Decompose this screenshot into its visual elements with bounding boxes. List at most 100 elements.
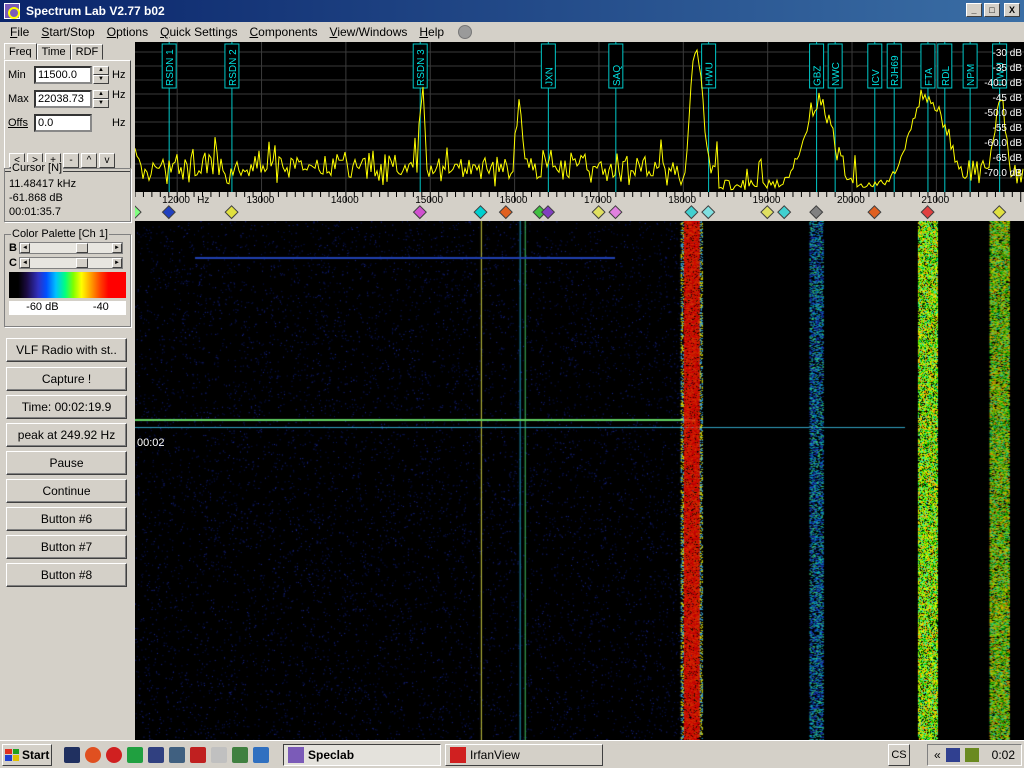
db-label: -60.0 dB bbox=[984, 138, 1022, 149]
color-palette: Color Palette [Ch 1] B ◄ ► C ◄ ► -60 dB … bbox=[4, 228, 131, 327]
db-label: -65 dB bbox=[993, 153, 1023, 164]
slider-left-arrow-icon[interactable]: ◄ bbox=[20, 258, 30, 268]
menu-components[interactable]: Components bbox=[244, 25, 324, 39]
station-label-text: RDL bbox=[941, 66, 952, 86]
max-frequency-spinner[interactable]: ▲ ▼ bbox=[93, 90, 109, 108]
db-label: -55 dB bbox=[993, 123, 1023, 134]
menu-file[interactable]: File bbox=[4, 25, 35, 39]
station-label[interactable]: FTA bbox=[920, 43, 936, 89]
tab-freq[interactable]: Freq bbox=[4, 43, 37, 60]
spin-down-icon[interactable]: ▼ bbox=[93, 75, 109, 84]
document-icon[interactable] bbox=[211, 746, 227, 763]
station-label[interactable]: RDL bbox=[937, 43, 953, 89]
station-label[interactable]: NPM bbox=[962, 43, 978, 89]
frequency-scale[interactable]: 12000 Hz 13000 14000 15000 16000 17000 18000 190… bbox=[135, 192, 1024, 221]
menu-quick-settings[interactable]: Quick Settings bbox=[154, 25, 243, 39]
contrast-slider[interactable]: ◄ ► bbox=[19, 257, 123, 269]
minimize-button[interactable]: _ bbox=[966, 3, 982, 17]
palette-color-bar[interactable] bbox=[9, 272, 126, 298]
language-indicator[interactable]: CS bbox=[888, 744, 910, 766]
contrast-thumb[interactable] bbox=[76, 258, 88, 268]
station-label[interactable]: RSDN 2 bbox=[224, 43, 240, 89]
db-label: -40.0 dB bbox=[984, 78, 1022, 89]
station-label[interactable]: SAQ bbox=[608, 43, 624, 89]
start-button[interactable]: Start bbox=[2, 743, 52, 766]
station-label[interactable]: JXN bbox=[540, 43, 556, 89]
tab-time[interactable]: Time bbox=[36, 44, 71, 60]
min-label: Min bbox=[8, 69, 26, 81]
station-label[interactable]: HWU bbox=[701, 43, 717, 89]
zoom-out-button[interactable]: - bbox=[63, 153, 79, 168]
tray-network-icon[interactable] bbox=[964, 748, 979, 762]
min-unit-label: Hz bbox=[112, 69, 126, 81]
station-label-text: RSDN 3 bbox=[416, 49, 427, 86]
menu-start-stop[interactable]: Start/Stop bbox=[35, 25, 100, 39]
opera-icon[interactable] bbox=[106, 746, 122, 763]
scale-tick-label: 13000 bbox=[247, 195, 275, 206]
waterfall-display[interactable]: 00:02 bbox=[135, 221, 1024, 740]
menu-help[interactable]: Help bbox=[413, 25, 450, 39]
tab-rdf[interactable]: RDF bbox=[70, 44, 104, 60]
close-button[interactable]: X bbox=[1004, 3, 1020, 17]
device-icon[interactable] bbox=[169, 746, 185, 763]
frequency-scale-graph[interactable]: 12000 Hz 13000 14000 15000 16000 17000 18000 190… bbox=[135, 192, 1024, 221]
station-label[interactable]: RJH69 bbox=[886, 43, 902, 89]
scale-up-button[interactable]: ^ bbox=[81, 153, 97, 168]
save-disk-icon[interactable] bbox=[148, 746, 164, 763]
capture-button[interactable]: Capture ! bbox=[6, 367, 127, 391]
station-label[interactable]: RSDN 3 bbox=[412, 43, 428, 89]
min-frequency-input[interactable]: 11500.0 bbox=[34, 66, 92, 84]
peak-button[interactable]: peak at 249.92 Hz bbox=[6, 423, 127, 447]
pause-button[interactable]: Pause bbox=[6, 451, 127, 475]
menu-view-windows[interactable]: View/Windows bbox=[324, 25, 414, 39]
continue-button[interactable]: Continue bbox=[6, 479, 127, 503]
time-button[interactable]: Time: 00:02:19.9 bbox=[6, 395, 127, 419]
red-splash-icon[interactable] bbox=[190, 746, 206, 763]
maximize-button[interactable]: □ bbox=[984, 3, 1000, 17]
vlf-radio-button[interactable]: VLF Radio with st.. bbox=[6, 338, 127, 362]
slider-left-arrow-icon[interactable]: ◄ bbox=[20, 243, 30, 253]
station-label[interactable]: GBZ bbox=[809, 43, 825, 89]
spin-up-icon[interactable]: ▲ bbox=[93, 66, 109, 75]
station-label[interactable]: RSDN 1 bbox=[161, 43, 177, 89]
slider-right-arrow-icon[interactable]: ► bbox=[112, 243, 122, 253]
contrast-label: C bbox=[9, 257, 17, 269]
button-6[interactable]: Button #6 bbox=[6, 507, 127, 531]
offset-input[interactable]: 0.0 bbox=[34, 114, 92, 132]
menu-options[interactable]: Options bbox=[101, 25, 154, 39]
green-app-icon[interactable] bbox=[127, 746, 143, 763]
button-7[interactable]: Button #7 bbox=[6, 535, 127, 559]
button-8[interactable]: Button #8 bbox=[6, 563, 127, 587]
station-label[interactable]: ICV bbox=[867, 43, 883, 89]
irfanview-icon bbox=[450, 746, 466, 763]
scale-tick-label: 18000 bbox=[668, 195, 696, 206]
spectrum-graph[interactable]: RSDN 1 RSDN 2 RSDN 3 JXN SAQ HWU GBZ NWC ICV RJH6… bbox=[135, 42, 1024, 192]
station-label-text: HWU bbox=[705, 62, 716, 86]
station-label-text: NWC bbox=[831, 62, 842, 86]
db-label: -35 dB bbox=[993, 63, 1023, 74]
palette-low-label: -60 dB bbox=[26, 301, 59, 313]
start-label: Start bbox=[22, 747, 50, 762]
tools-icon[interactable] bbox=[232, 746, 248, 763]
scale-down-button[interactable]: v bbox=[99, 153, 115, 168]
task-speclab[interactable]: Speclab bbox=[283, 743, 441, 766]
internet-explorer-icon[interactable] bbox=[253, 746, 269, 763]
firefox-icon[interactable] bbox=[85, 746, 101, 763]
brightness-slider[interactable]: ◄ ► bbox=[19, 242, 123, 254]
task-irfanview[interactable]: IrfanView bbox=[445, 743, 603, 766]
station-label[interactable]: NWC bbox=[827, 43, 843, 89]
brightness-thumb[interactable] bbox=[76, 243, 88, 253]
quicklaunch-app-icon[interactable] bbox=[64, 746, 80, 763]
spin-up-icon[interactable]: ▲ bbox=[93, 90, 109, 99]
clock[interactable]: 0:02 bbox=[992, 748, 1015, 762]
color-palette-title: Color Palette [Ch 1] bbox=[11, 228, 109, 240]
min-frequency-spinner[interactable]: ▲ ▼ bbox=[93, 66, 109, 84]
tray-expand-icon[interactable]: « bbox=[934, 748, 941, 762]
spectrum-display[interactable]: RSDN 1 RSDN 2 RSDN 3 JXN SAQ HWU GBZ NWC ICV RJH6… bbox=[135, 42, 1024, 192]
max-frequency-input[interactable]: 22038.73 bbox=[34, 90, 92, 108]
waterfall-canvas[interactable] bbox=[135, 221, 1024, 740]
tray-shield-icon[interactable] bbox=[945, 748, 960, 762]
slider-right-arrow-icon[interactable]: ► bbox=[112, 258, 122, 268]
spin-down-icon[interactable]: ▼ bbox=[93, 99, 109, 108]
waterfall-time-label: 00:02 bbox=[137, 437, 165, 449]
